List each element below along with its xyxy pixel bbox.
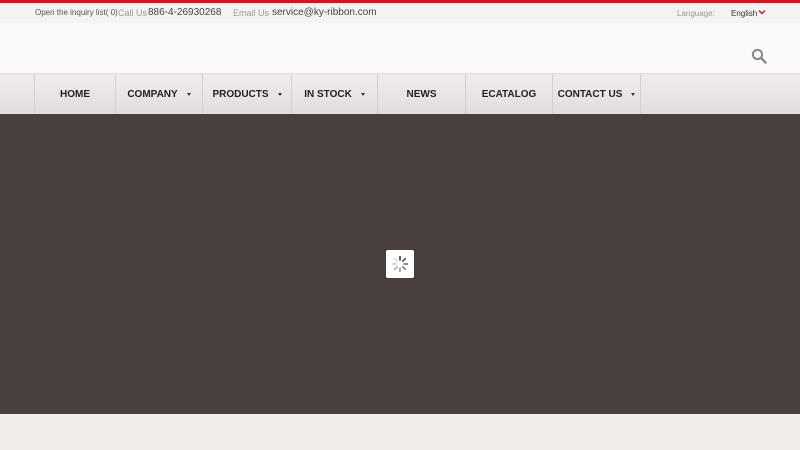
nav-item-label: ECATALOG: [481, 88, 537, 100]
email-address[interactable]: service@ky-ribbon.com: [272, 7, 377, 18]
email-us-label: Email Us: [233, 8, 270, 18]
nav-item-label: PRODUCTS: [212, 88, 269, 100]
nav-item-products[interactable]: PRODUCTS: [203, 74, 292, 114]
nav-item-label: CONTACT US: [557, 88, 623, 100]
main-navigation: HOME COMPANY PRODUCTS IN STOCK NEWS ECAT…: [0, 74, 800, 114]
language-label: Language:: [677, 9, 715, 18]
nav-item-label: HOME: [60, 88, 90, 100]
nav-item-contact-us[interactable]: CONTACT US: [553, 74, 641, 114]
nav-item-label: COMPANY: [127, 88, 178, 100]
site-header: [0, 23, 800, 74]
top-info-bar: Open the inquiry list( 0) Call Us 886-4-…: [0, 3, 800, 23]
search-icon[interactable]: [751, 48, 767, 64]
caret-down-icon: [360, 93, 365, 96]
nav-item-company[interactable]: COMPANY: [116, 74, 203, 114]
nav-item-news[interactable]: NEWS: [378, 74, 466, 114]
nav-item-in-stock[interactable]: IN STOCK: [292, 74, 378, 114]
nav-item-home[interactable]: HOME: [35, 74, 116, 114]
inquiry-list-link[interactable]: Open the inquiry list( 0): [35, 8, 118, 17]
caret-down-icon: [631, 93, 636, 96]
caret-down-icon: [277, 93, 282, 96]
loading-spinner-icon: [391, 255, 409, 273]
nav-item-label: NEWS: [406, 88, 437, 100]
phone-number[interactable]: 886-4-26930268: [148, 7, 221, 18]
language-selector[interactable]: English: [731, 9, 757, 18]
caret-down-icon: [186, 93, 191, 96]
chevron-down-icon[interactable]: [758, 8, 766, 16]
nav-item-label: IN STOCK: [304, 88, 352, 100]
page-content-area: [0, 414, 800, 450]
nav-items: HOME COMPANY PRODUCTS IN STOCK NEWS ECAT…: [34, 74, 641, 114]
loading-indicator: [386, 250, 414, 278]
call-us-label: Call Us: [118, 8, 148, 18]
nav-item-ecatalog[interactable]: ECATALOG: [466, 74, 553, 114]
